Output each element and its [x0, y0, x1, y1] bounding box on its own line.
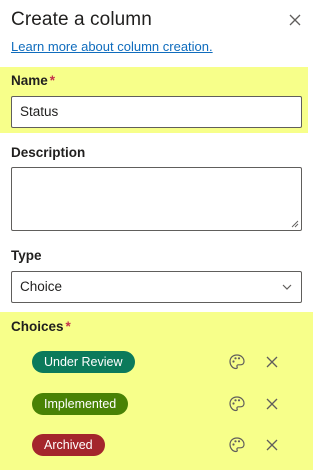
type-dropdown-value: Choice [20, 279, 63, 294]
name-label: Name * [11, 73, 55, 89]
panel-title: Create a column [11, 9, 152, 30]
close-icon[interactable] [263, 395, 281, 413]
choices-label-text: Choices [11, 319, 64, 334]
description-label: Description [11, 145, 86, 160]
palette-icon[interactable] [228, 395, 246, 413]
required-marker: * [65, 319, 71, 334]
choice-row: Archived [32, 434, 292, 458]
required-marker: * [49, 73, 56, 88]
close-button[interactable] [284, 9, 306, 31]
type-label: Type [11, 248, 42, 263]
description-field[interactable] [11, 167, 302, 231]
close-icon [289, 14, 301, 26]
learn-more-link[interactable]: Learn more about column creation. [11, 39, 213, 55]
name-label-text: Name [11, 73, 48, 88]
close-icon[interactable] [263, 353, 281, 371]
choices-label: Choices * [11, 319, 71, 335]
type-dropdown[interactable]: Choice [11, 271, 302, 303]
choice-row: Implemented [32, 393, 292, 417]
close-icon[interactable] [263, 436, 281, 454]
choice-pill[interactable]: Archived [32, 434, 105, 456]
choice-pill[interactable]: Implemented [32, 393, 129, 415]
choice-pill[interactable]: Under Review [32, 351, 135, 373]
palette-icon[interactable] [228, 353, 246, 371]
choice-row: Under Review [32, 351, 292, 375]
name-field[interactable]: Status [11, 96, 302, 128]
name-field-value: Status [20, 104, 59, 119]
resize-handle-icon[interactable] [291, 220, 299, 228]
panel-header: Create a column [11, 7, 306, 35]
chevron-down-icon [282, 284, 292, 290]
palette-icon[interactable] [228, 436, 246, 454]
create-column-panel: Create a column Learn more about column … [0, 0, 313, 470]
